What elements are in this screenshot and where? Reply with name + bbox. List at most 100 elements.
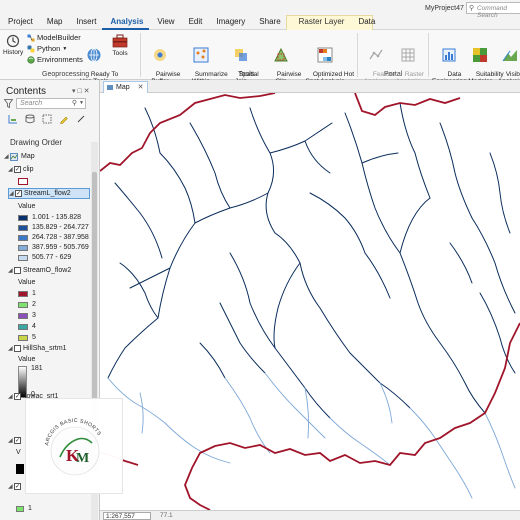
list-by-snapping-icon[interactable] xyxy=(76,114,86,124)
tab-insert[interactable]: Insert xyxy=(68,14,102,30)
filter-icon[interactable] xyxy=(4,99,13,108)
clip-icon xyxy=(274,47,288,62)
legend-class-label: 1 xyxy=(28,505,32,512)
hot-spot-icon xyxy=(317,47,333,63)
tab-raster-layer[interactable]: Raster Layer xyxy=(287,14,351,30)
legend-swatch xyxy=(18,290,28,297)
list-by-data-source-icon[interactable] xyxy=(25,114,35,124)
group-separator xyxy=(357,33,358,77)
list-by-selection-icon[interactable] xyxy=(42,114,52,124)
ready-to-use-tools-icon xyxy=(87,48,101,62)
history-button[interactable]: History xyxy=(3,34,23,56)
map-tab-bar: Map ✕ xyxy=(100,80,520,93)
group-separator xyxy=(140,33,141,77)
map-status-bar: 1:267,557 77.1 xyxy=(100,510,520,520)
legend-class-label: 1 xyxy=(32,290,36,297)
modelbuilder-button[interactable]: ModelBuilder xyxy=(27,33,81,42)
toc-layer-clip[interactable]: ◢ ✓ clip xyxy=(8,164,34,175)
scale-selector[interactable]: 1:267,557 xyxy=(103,512,151,520)
python-button[interactable]: Python ▼ xyxy=(27,44,67,53)
python-label: Python xyxy=(37,44,61,53)
tab-share[interactable]: Share xyxy=(251,14,286,30)
legend-class-label: 505.77 - 629 xyxy=(32,254,72,261)
toc-layer-streamo-flow2[interactable]: ◢ StreamO_flow2 xyxy=(8,265,71,276)
toc-layer-checkbox-row[interactable]: ◢ ✓ xyxy=(8,435,23,446)
legend-class-label: 3 xyxy=(32,312,36,319)
legend-class-label: 4 xyxy=(32,323,36,330)
layer-visibility-checkbox[interactable]: ✓ xyxy=(14,166,21,173)
map-canvas[interactable] xyxy=(99,92,520,511)
stream-network-light xyxy=(107,372,516,499)
tools-label: Tools xyxy=(112,50,128,57)
layer-name-label: StreamL_flow2 xyxy=(24,190,71,197)
legend-swatch xyxy=(18,244,28,251)
layer-visibility-checkbox[interactable]: ✓ xyxy=(14,393,21,400)
layer-visibility-checkbox[interactable] xyxy=(14,345,21,352)
tab-view[interactable]: View xyxy=(149,14,180,30)
command-search-input[interactable]: ⚲ Command Search xyxy=(466,2,520,19)
list-by-drawing-order-icon[interactable] xyxy=(8,114,18,124)
tab-imagery[interactable]: Imagery xyxy=(208,14,251,30)
chevron-down-icon: ▼ xyxy=(79,100,84,106)
drawing-order-heading: Drawing Order xyxy=(10,138,63,147)
legend-class-label: 264.728 - 387.958 xyxy=(32,234,89,241)
map-view-tab[interactable]: Map ✕ xyxy=(103,81,149,93)
legend-swatch xyxy=(16,505,24,512)
toc-layer-hillsha-srtm1[interactable]: ◢ HillSha_srtm1 xyxy=(8,343,67,354)
legend-swatch xyxy=(16,464,24,474)
legend-class-label: 1.001 - 135.828 xyxy=(32,214,82,221)
close-icon[interactable]: ✕ xyxy=(84,88,90,95)
contents-search-row: Search ⚲ ▼ xyxy=(4,98,98,110)
list-by-editing-icon[interactable] xyxy=(59,114,69,124)
scale-value: 1:267,557 xyxy=(106,513,135,520)
layer-visibility-checkbox[interactable]: ✓ xyxy=(14,437,21,444)
tools-group-label: Tools xyxy=(238,71,255,78)
environments-button[interactable]: Environments xyxy=(27,55,83,64)
buffer-icon xyxy=(154,49,166,61)
tab-project[interactable]: Project xyxy=(0,14,39,30)
toc-layer-checkbox-row[interactable]: ◢ ✓ xyxy=(8,481,23,492)
close-icon[interactable]: ✕ xyxy=(138,84,144,91)
layer-name-label: StreamO_flow2 xyxy=(23,267,72,274)
legend-swatch xyxy=(18,334,28,341)
toc-layer-streaml-flow2[interactable]: ◢ ✓ StreamL_flow2 xyxy=(8,188,90,199)
tab-analysis[interactable]: Analysis xyxy=(102,14,150,30)
legend-swatch xyxy=(18,323,28,330)
tools-button[interactable]: Tools xyxy=(111,33,129,57)
legend-class-row[interactable]: 4 xyxy=(18,321,36,332)
legend-class-row[interactable]: 2 xyxy=(18,299,36,310)
tab-edit[interactable]: Edit xyxy=(181,14,209,30)
legend-class-row[interactable]: 5 xyxy=(18,332,36,343)
layer-visibility-checkbox[interactable] xyxy=(14,267,21,274)
clip-symbol[interactable] xyxy=(18,176,28,187)
layer-visibility-checkbox[interactable]: ✓ xyxy=(14,483,21,490)
toolbox-icon xyxy=(112,34,128,48)
raster-analysis-icon xyxy=(401,48,415,62)
tab-data[interactable]: Data xyxy=(350,14,381,30)
layer-visibility-checkbox[interactable]: ✓ xyxy=(15,190,22,197)
legend-class-row[interactable]: 3 xyxy=(18,310,36,321)
coordinate-readout: 77.1 xyxy=(160,512,173,519)
pane-menu-icon[interactable]: ▾ xyxy=(72,88,76,95)
tab-map[interactable]: Map xyxy=(39,14,69,30)
modelbuilder-label: ModelBuilder xyxy=(37,33,81,42)
search-icon: ⚲ xyxy=(469,5,475,12)
legend-class-row[interactable]: 1 xyxy=(16,503,32,514)
partial-legend-label: V xyxy=(16,449,21,456)
legend-swatch xyxy=(18,224,28,231)
legend-class-label: 387.959 - 505.769 xyxy=(32,244,89,251)
toc-map-node[interactable]: ◢ Map xyxy=(4,151,35,162)
ribbon: History ModelBuilder Python ▼ Environmen… xyxy=(0,30,520,85)
legend-class-row[interactable]: 505.77 - 629 xyxy=(18,252,71,263)
legend-class-row[interactable]: 1 xyxy=(18,288,36,299)
summarize-within-icon xyxy=(193,47,209,63)
title-bar: Project Map Insert Analysis View Edit Im… xyxy=(0,0,520,30)
contents-search-input[interactable]: Search ⚲ ▼ xyxy=(16,98,86,109)
legend-swatch xyxy=(18,312,28,319)
pin-icon[interactable]: □ xyxy=(77,88,81,95)
python-icon xyxy=(27,45,35,52)
feature-analysis-icon xyxy=(369,49,383,60)
legend-value-heading: Value xyxy=(18,279,36,286)
command-search-placeholder: Command Search xyxy=(477,5,507,19)
layer-name-label: HillSha_srtm1 xyxy=(23,345,67,352)
